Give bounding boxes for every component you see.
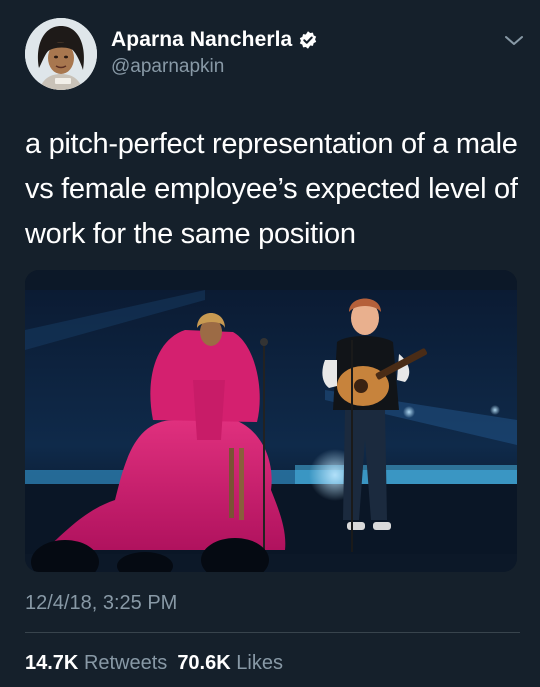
retweets-label: Retweets	[83, 652, 168, 674]
verified-badge-icon	[298, 30, 318, 50]
tweet-timestamp[interactable]: 12/4/18, 3:25 PM	[25, 592, 177, 615]
tweet-stats: 14.7K Retweets 70.6K Likes	[25, 652, 293, 675]
tweet-header: Aparna Nancherla @aparnapkin	[25, 18, 525, 90]
retweets-stat[interactable]: 14.7K Retweets	[25, 652, 167, 675]
retweets-count: 14.7K	[25, 652, 84, 674]
likes-label: Likes	[236, 652, 283, 674]
avatar[interactable]	[25, 18, 97, 90]
likes-stat[interactable]: 70.6K Likes	[177, 652, 283, 675]
author-block[interactable]: Aparna Nancherla @aparnapkin	[111, 28, 318, 78]
handle[interactable]: @aparnapkin	[111, 56, 318, 78]
display-name[interactable]: Aparna Nancherla	[111, 28, 292, 52]
tweet-text: a pitch-perfect representation of a male…	[25, 128, 518, 250]
likes-count: 70.6K	[177, 652, 237, 674]
tweet-photo[interactable]	[25, 270, 517, 572]
divider	[25, 632, 520, 633]
chevron-down-icon[interactable]	[503, 34, 525, 48]
